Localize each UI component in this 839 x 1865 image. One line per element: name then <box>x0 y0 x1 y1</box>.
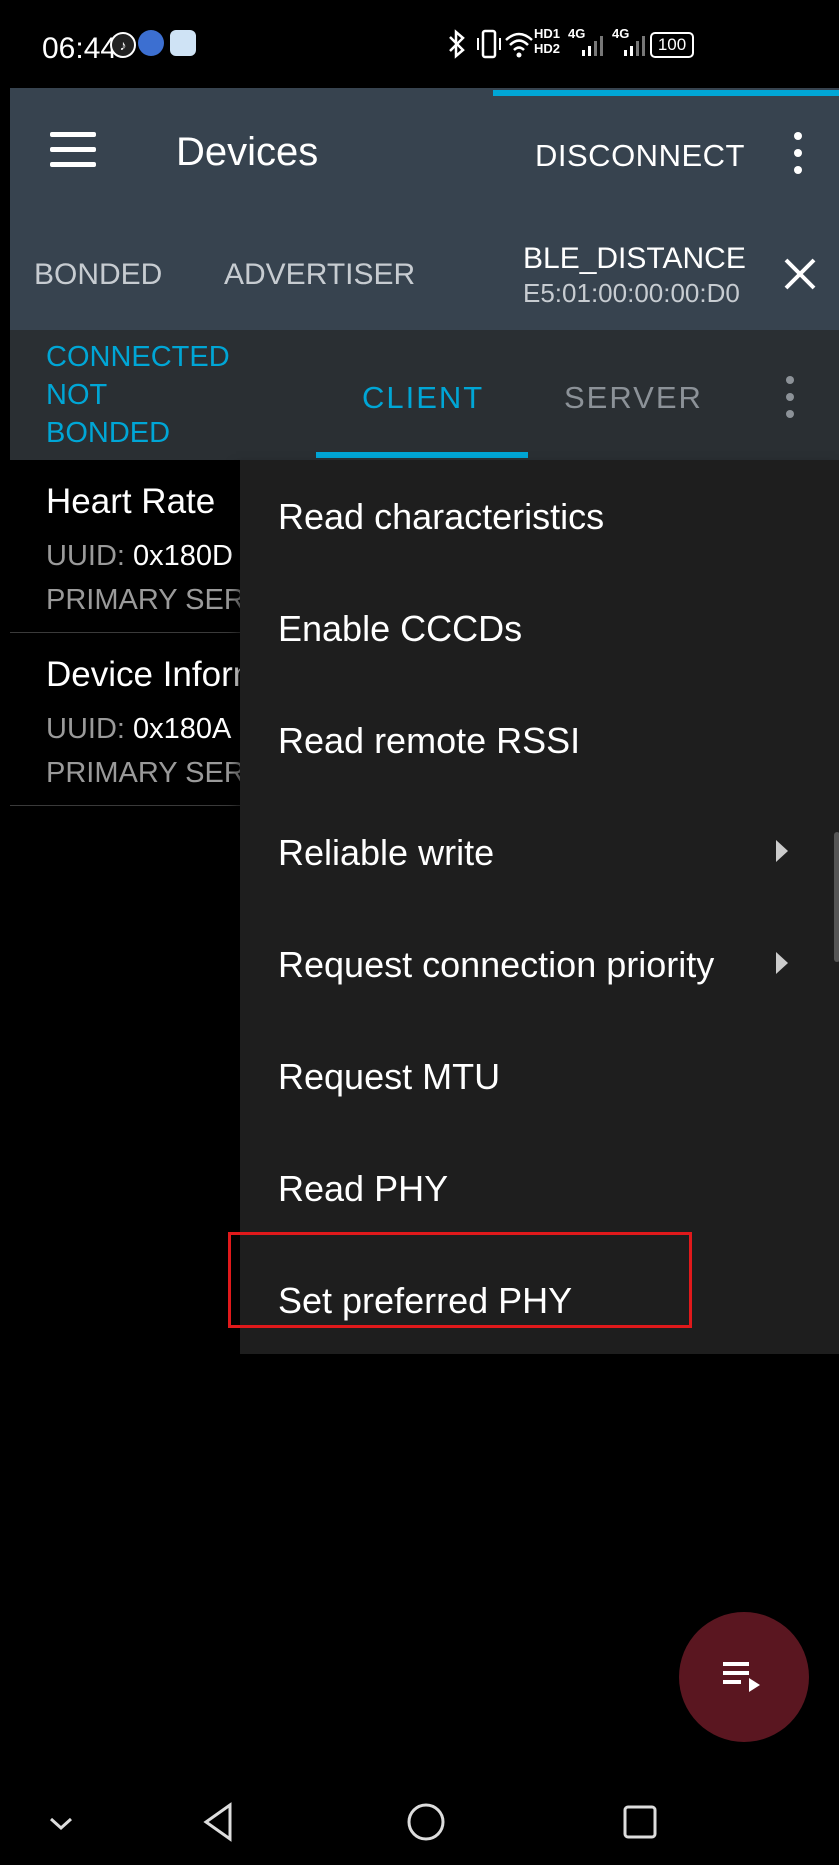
more-options-icon[interactable] <box>780 374 800 420</box>
menu-item-read-characteristics[interactable]: Read characteristics <box>278 496 604 538</box>
app-icon <box>138 30 164 56</box>
battery-icon: 100 <box>650 32 694 58</box>
chevron-down-icon[interactable] <box>48 1816 74 1832</box>
signal-bars-icon <box>624 36 645 56</box>
menu-item-read-remote-rssi[interactable]: Read remote RSSI <box>278 720 580 762</box>
menu-item-request-connection-priority[interactable]: Request connection priority <box>278 944 714 986</box>
app-bar: Devices DISCONNECT <box>10 88 839 234</box>
back-icon[interactable] <box>200 1802 236 1842</box>
highlight-box <box>228 1232 692 1328</box>
tab-advertiser[interactable]: ADVERTISER <box>224 258 415 292</box>
disconnect-button[interactable]: DISCONNECT <box>535 138 745 174</box>
tiktok-icon: ♪ <box>110 32 136 58</box>
tab-bonded[interactable]: BONDED <box>34 258 162 292</box>
service-uuid: UUID: 0x180D <box>46 540 233 573</box>
uuid-value: 0x180D <box>133 540 233 572</box>
tab-server[interactable]: SERVER <box>564 380 703 416</box>
service-name: Heart Rate <box>46 482 216 521</box>
hd1-label: HD1 <box>534 26 561 41</box>
submenu-arrow-icon <box>776 952 788 974</box>
uuid-label: UUID: <box>46 540 125 572</box>
battery-level: 100 <box>657 35 687 54</box>
bluetooth-icon <box>449 29 465 59</box>
status-bar: 06:44 ♪ HD1 HD2 4G 4G 100 <box>10 10 839 88</box>
log-fab-button[interactable] <box>679 1612 809 1742</box>
clock: 06:44 <box>42 32 118 65</box>
menu-item-request-mtu[interactable]: Request MTU <box>278 1056 500 1098</box>
connection-status: CONNECTED NOT BONDED <box>46 338 230 452</box>
client-tab-indicator <box>316 452 528 458</box>
recents-icon[interactable] <box>622 1804 658 1840</box>
hamburger-menu-icon[interactable] <box>50 132 96 168</box>
menu-item-enable-cccds[interactable]: Enable CCCDs <box>278 608 522 650</box>
tab-client[interactable]: CLIENT <box>362 380 484 416</box>
vibrate-icon <box>477 29 501 59</box>
bond-label-line2: BONDED <box>46 417 171 449</box>
app-icon <box>170 30 196 56</box>
signal-bars-icon <box>582 36 603 56</box>
page-title: Devices <box>176 130 319 174</box>
submenu-arrow-icon <box>776 840 788 862</box>
uuid-label: UUID: <box>46 713 125 745</box>
menu-item-read-phy[interactable]: Read PHY <box>278 1168 448 1210</box>
device-tabs: BONDED ADVERTISER BLE_DISTANCE E5:01:00:… <box>10 234 839 330</box>
more-options-icon[interactable] <box>788 130 808 176</box>
menu-item-reliable-write[interactable]: Reliable write <box>278 832 494 874</box>
wifi-icon <box>505 32 533 58</box>
overflow-menu: Read characteristics Enable CCCDs Read r… <box>240 460 839 1354</box>
nav-bar <box>10 1780 839 1865</box>
playlist-play-icon <box>723 1662 760 1692</box>
close-icon[interactable] <box>780 254 820 294</box>
hd2-label: HD2 <box>534 41 561 56</box>
service-uuid: UUID: 0x180A <box>46 713 231 746</box>
connected-label: CONNECTED <box>46 341 230 373</box>
bond-label-line1: NOT <box>46 379 108 411</box>
uuid-value: 0x180A <box>133 713 232 745</box>
active-tab-indicator <box>493 90 839 96</box>
home-icon[interactable] <box>406 1802 446 1842</box>
connection-bar: CONNECTED NOT BONDED CLIENT SERVER <box>10 330 839 460</box>
scrollbar[interactable] <box>834 832 839 962</box>
hd-icon: HD1 HD2 <box>534 26 560 56</box>
